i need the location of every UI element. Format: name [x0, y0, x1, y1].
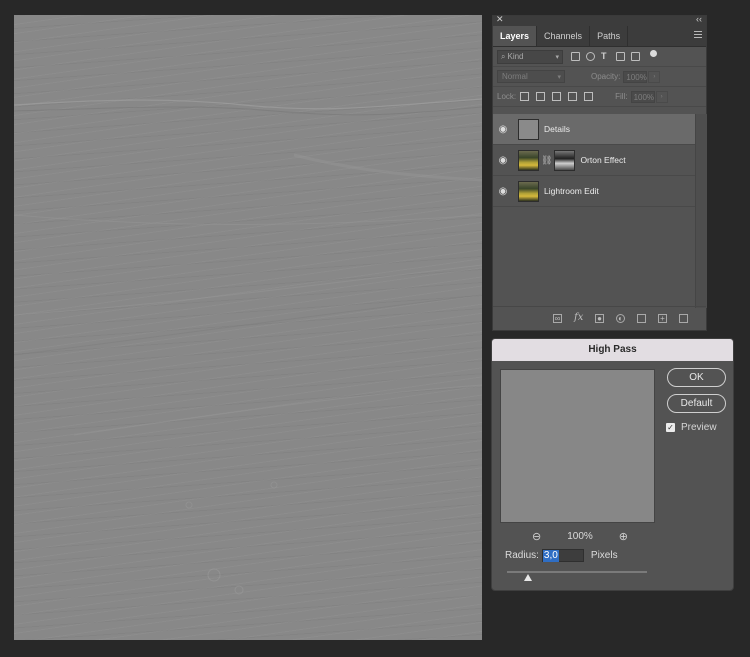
zoom-level: 100%	[567, 531, 593, 542]
zoom-in-icon[interactable]: ⊕	[619, 530, 628, 543]
close-icon[interactable]: ✕	[496, 14, 504, 25]
layer-name: Lightroom Edit	[544, 186, 599, 196]
shape-filter-icon[interactable]	[616, 52, 625, 61]
layer-name: Details	[544, 124, 570, 134]
panel-footer: ∞ fx ● ◐ +	[493, 306, 706, 330]
mask-icon[interactable]: ●	[595, 314, 604, 323]
fill-dropdown-icon[interactable]: ›	[655, 90, 668, 103]
layer-thumbnail	[518, 149, 539, 171]
trash-icon[interactable]	[679, 314, 688, 323]
ok-button[interactable]: OK	[667, 368, 726, 387]
zoom-out-icon[interactable]: ⊖	[532, 530, 541, 543]
high-pass-dialog: High Pass ⊖ 100% ⊕ OK Default ✓ Preview …	[491, 338, 734, 591]
layer-thumbnail	[518, 180, 539, 202]
fx-icon[interactable]: fx	[574, 313, 583, 323]
folder-icon[interactable]	[637, 314, 646, 323]
panel-topbar: ✕ ‹‹	[493, 14, 706, 26]
lock-row: Lock: Fill: 100% ›	[493, 87, 706, 107]
panel-tabs: Layers Channels Paths	[493, 26, 706, 47]
search-icon: ⌕	[501, 51, 506, 61]
link-icon[interactable]: ∞	[553, 314, 562, 323]
tab-layers[interactable]: Layers	[493, 26, 538, 46]
kind-filter-dropdown[interactable]: ⌕ Kind ▾	[497, 49, 563, 64]
layer-list: ◉ Details ◉ ⛓ Orton Effect ◉ Lightroom E…	[493, 114, 695, 207]
layer-lightroom-edit[interactable]: ◉ Lightroom Edit	[493, 176, 695, 207]
default-button[interactable]: Default	[667, 394, 726, 413]
fill-label: Fill:	[615, 92, 628, 101]
chevron-down-icon: ▾	[557, 73, 561, 81]
layer-details[interactable]: ◉ Details	[493, 114, 695, 145]
canvas-texture	[14, 98, 482, 595]
kind-filter-label: Kind	[507, 52, 524, 61]
radius-slider-thumb[interactable]	[524, 574, 532, 581]
lock-label: Lock:	[497, 92, 517, 101]
filter-toggle-icon[interactable]	[650, 50, 657, 57]
smart-object-filter-icon[interactable]	[631, 52, 640, 61]
opacity-label: Opacity:	[591, 72, 621, 81]
radius-value: 3,0	[542, 549, 559, 562]
lock-all-icon[interactable]	[584, 92, 594, 101]
blend-mode-dropdown[interactable]: Normal ▾	[497, 70, 565, 83]
blend-row: Normal ▾ Opacity: 100% ›	[493, 67, 706, 87]
eye-icon[interactable]: ◉	[493, 155, 513, 166]
adjustment-filter-icon[interactable]	[586, 52, 595, 61]
radius-units: Pixels	[590, 550, 618, 561]
collapse-icon[interactable]: ‹‹	[696, 14, 702, 24]
radius-input[interactable]: 3,0	[541, 549, 584, 562]
new-layer-icon[interactable]: +	[658, 314, 667, 323]
filter-preview[interactable]	[500, 369, 655, 523]
panel-menu-icon[interactable]	[694, 31, 702, 40]
link-icon[interactable]: ⛓	[541, 155, 552, 166]
eye-icon[interactable]: ◉	[493, 124, 513, 135]
layers-panel: ✕ ‹‹ Layers Channels Paths ⌕ Kind ▾ T No…	[492, 14, 707, 331]
lock-image-icon[interactable]	[536, 92, 546, 101]
preview-checkbox[interactable]: ✓ Preview	[666, 422, 717, 433]
tab-channels[interactable]: Channels	[537, 26, 591, 46]
adjustment-icon[interactable]: ◐	[616, 314, 625, 323]
radius-label: Radius:	[505, 550, 539, 561]
eye-icon[interactable]: ◉	[493, 186, 513, 197]
zoom-controls: ⊖ 100% ⊕	[532, 530, 628, 543]
preview-label: Preview	[681, 422, 717, 433]
radius-slider[interactable]	[507, 571, 647, 573]
opacity-dropdown-icon[interactable]: ›	[648, 70, 661, 83]
layer-name: Orton Effect	[580, 155, 626, 165]
radius-row: Radius: 3,0 Pixels	[505, 549, 618, 562]
layer-mask-thumbnail[interactable]	[554, 149, 576, 171]
blend-mode-value: Normal	[502, 72, 528, 81]
checkmark-icon[interactable]: ✓	[666, 423, 675, 432]
dialog-title: High Pass	[492, 339, 733, 361]
lock-position-icon[interactable]	[552, 92, 562, 101]
pixel-filter-icon[interactable]	[571, 52, 580, 61]
opacity-input[interactable]: 100%	[623, 70, 648, 83]
filter-row: ⌕ Kind ▾ T	[493, 47, 706, 67]
chevron-down-icon: ▾	[555, 53, 559, 61]
type-filter-icon[interactable]: T	[601, 52, 610, 61]
lock-transparent-icon[interactable]	[520, 92, 530, 101]
layer-orton-effect[interactable]: ◉ ⛓ Orton Effect	[493, 145, 695, 176]
tab-paths[interactable]: Paths	[590, 26, 629, 46]
lock-artboard-icon[interactable]	[568, 92, 578, 101]
fill-input[interactable]: 100%	[630, 90, 655, 103]
layer-thumbnail	[518, 118, 539, 140]
layers-scrollbar[interactable]	[695, 114, 707, 308]
document-canvas[interactable]	[14, 15, 482, 640]
